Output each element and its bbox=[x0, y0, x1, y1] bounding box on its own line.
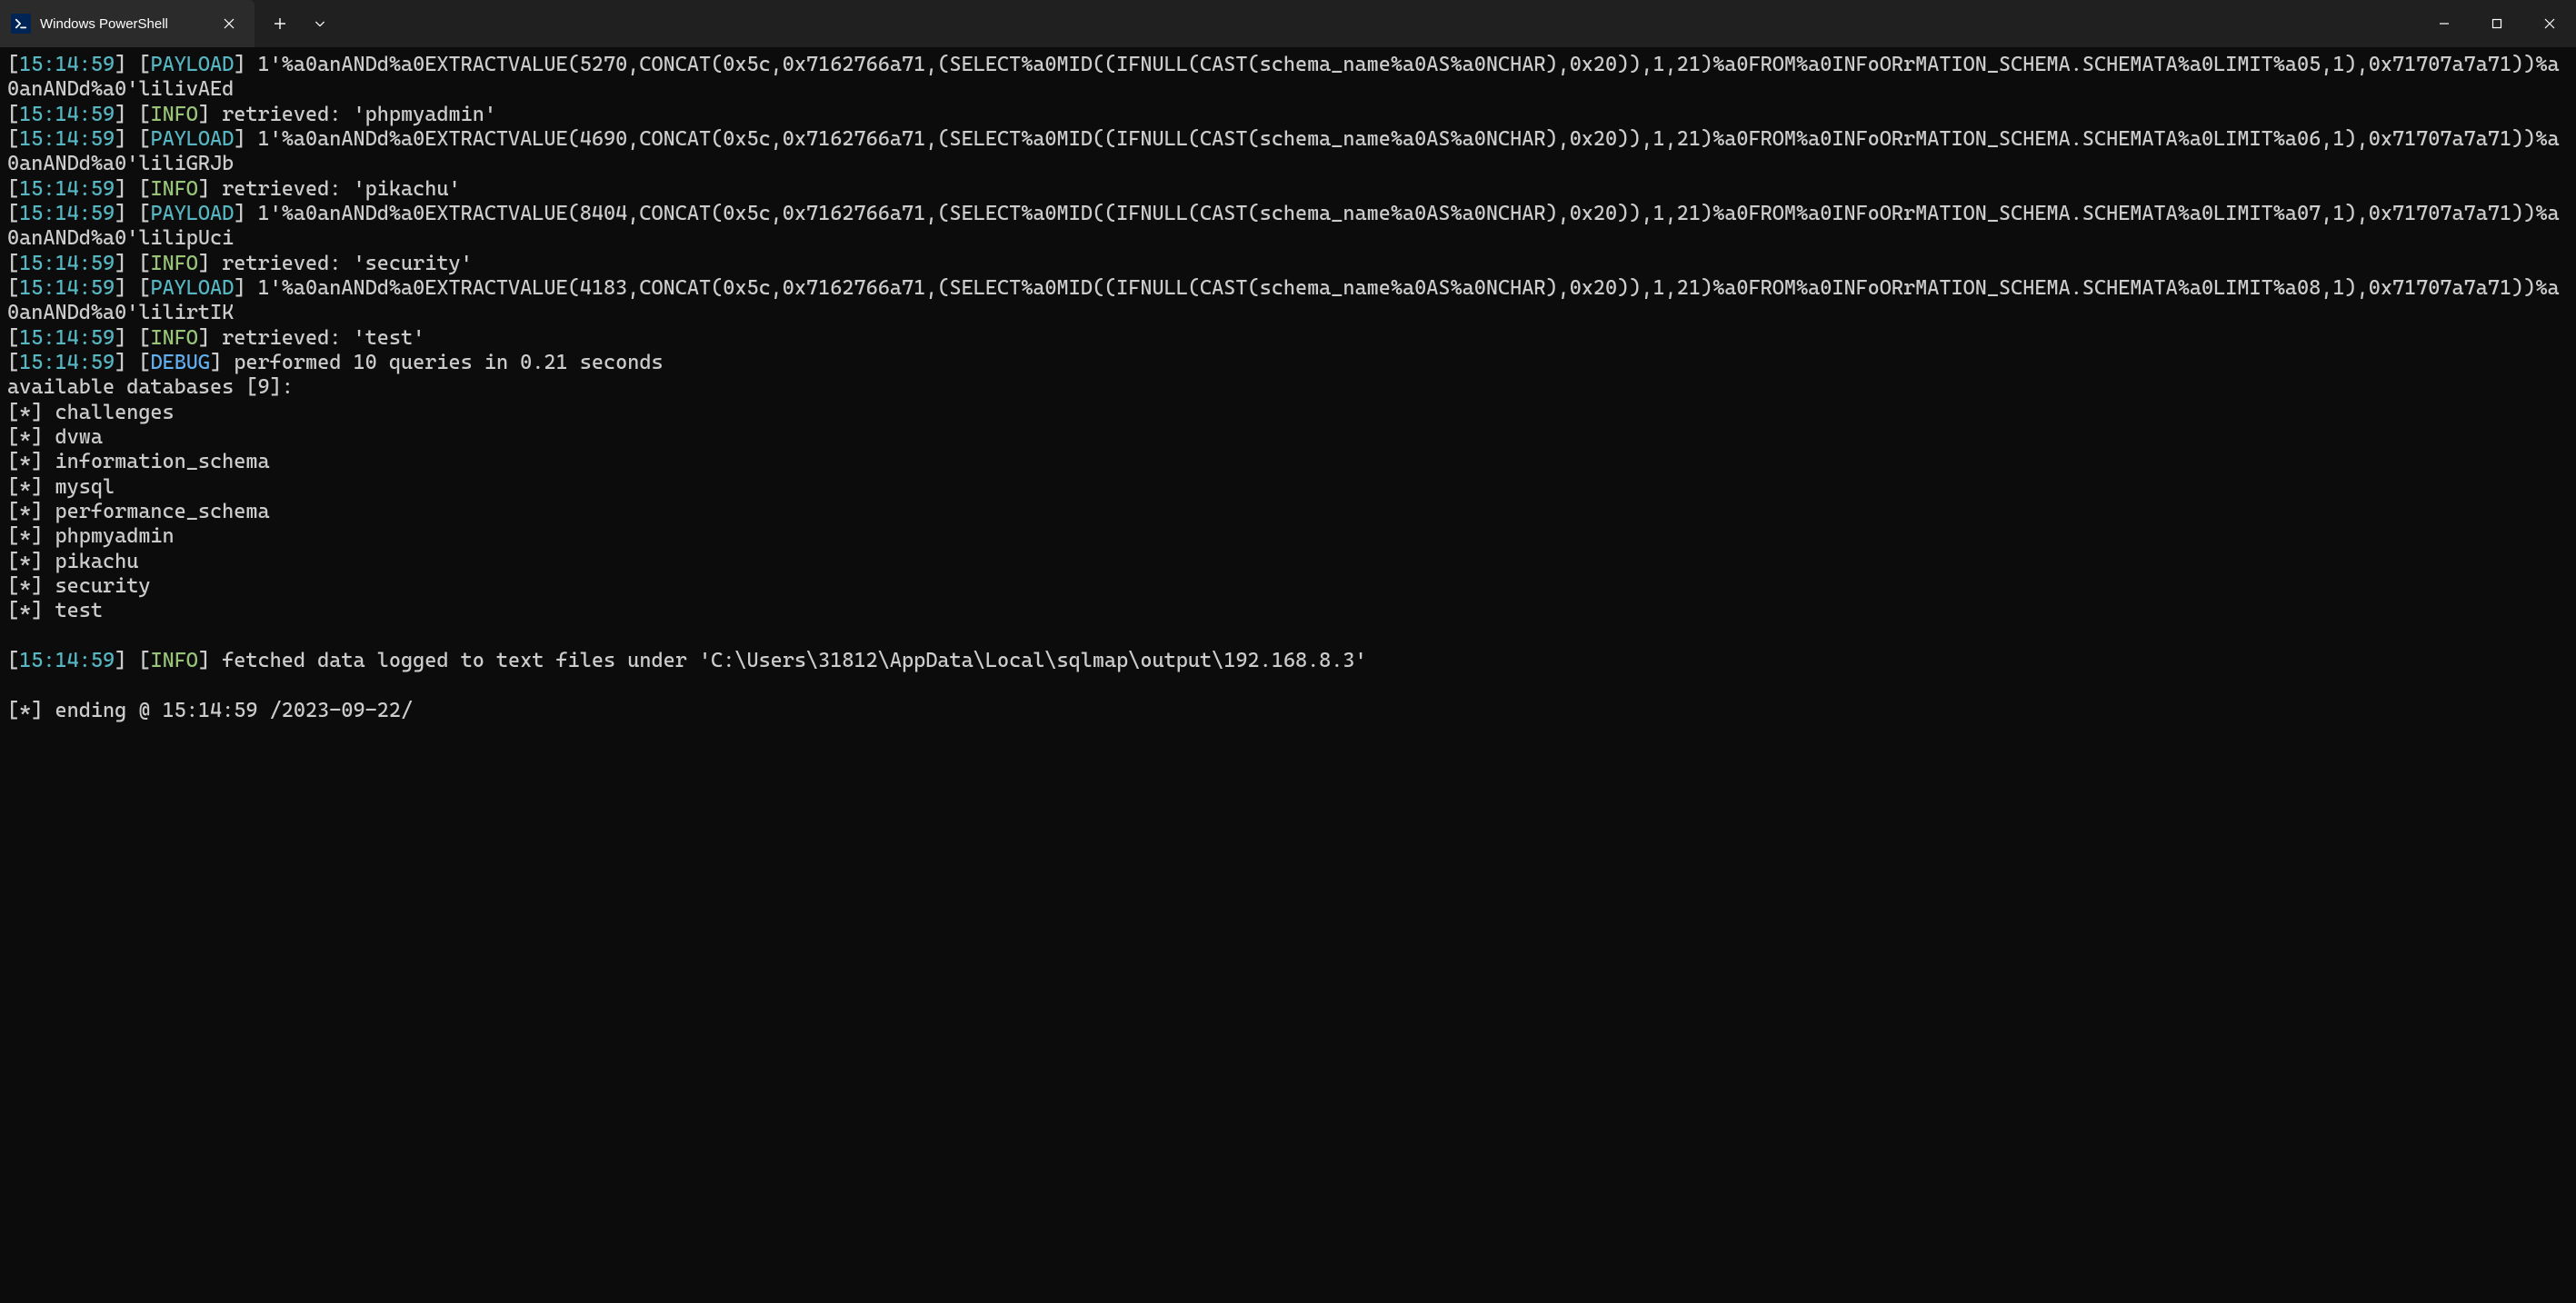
terminal-window: Windows PowerShell [15:14: bbox=[0, 0, 2576, 1303]
minimize-button[interactable] bbox=[2418, 0, 2471, 47]
titlebar-drag-area[interactable] bbox=[340, 0, 2418, 47]
retrieved-text: retrieved: 'phpmyadmin' bbox=[222, 103, 496, 126]
db-item: [*] performance_schema bbox=[7, 500, 2569, 524]
timestamp: 15:14:59 bbox=[19, 202, 115, 225]
retrieved-text: retrieved: 'test' bbox=[222, 326, 424, 350]
db-item: [*] dvwa bbox=[7, 425, 2569, 450]
debug-text: performed 10 queries in 0.21 seconds bbox=[234, 351, 663, 374]
log-level-info: INFO bbox=[150, 326, 197, 350]
db-item: [*] phpmyadmin bbox=[7, 524, 2569, 549]
maximize-button[interactable] bbox=[2471, 0, 2523, 47]
db-item: [*] mysql bbox=[7, 475, 2569, 500]
timestamp: 15:14:59 bbox=[19, 326, 115, 350]
payload-text: 1'%a0anANDd%a0EXTRACTVALUE(4690,CONCAT(0… bbox=[7, 127, 2560, 175]
log-level-debug: DEBUG bbox=[150, 351, 210, 374]
timestamp: 15:14:59 bbox=[19, 276, 115, 300]
timestamp: 15:14:59 bbox=[19, 351, 115, 374]
log-level-info: INFO bbox=[150, 252, 197, 275]
timestamp: 15:14:59 bbox=[19, 103, 115, 126]
log-level-payload: PAYLOAD bbox=[150, 202, 234, 225]
db-item: [*] test bbox=[7, 599, 2569, 623]
timestamp: 15:14:59 bbox=[19, 252, 115, 275]
fetched-text: fetched data logged to text files under … bbox=[222, 649, 1366, 672]
timestamp: 15:14:59 bbox=[19, 53, 115, 76]
tabstrip-actions bbox=[255, 0, 340, 47]
db-header: available databases [9]: bbox=[7, 375, 294, 399]
payload-text: 1'%a0anANDd%a0EXTRACTVALUE(8404,CONCAT(0… bbox=[7, 202, 2560, 250]
titlebar: Windows PowerShell bbox=[0, 0, 2576, 47]
window-controls bbox=[2418, 0, 2576, 47]
log-level-payload: PAYLOAD bbox=[150, 53, 234, 76]
tab-title: Windows PowerShell bbox=[40, 16, 207, 32]
timestamp: 15:14:59 bbox=[19, 177, 115, 201]
db-item: [*] pikachu bbox=[7, 550, 2569, 574]
log-level-info: INFO bbox=[150, 177, 197, 201]
db-item: [*] challenges bbox=[7, 401, 2569, 425]
tab-close-button[interactable] bbox=[216, 11, 242, 36]
payload-text: 1'%a0anANDd%a0EXTRACTVALUE(4183,CONCAT(0… bbox=[7, 276, 2560, 324]
timestamp: 15:14:59 bbox=[19, 127, 115, 151]
tab-dropdown-button[interactable] bbox=[302, 5, 338, 42]
db-item: [*] security bbox=[7, 574, 2569, 599]
log-level-payload: PAYLOAD bbox=[150, 276, 234, 300]
db-item: [*] information_schema bbox=[7, 450, 2569, 474]
tab-powershell[interactable]: Windows PowerShell bbox=[0, 0, 255, 47]
terminal-output[interactable]: [15:14:59] [PAYLOAD] 1'%a0anANDd%a0EXTRA… bbox=[0, 47, 2576, 1303]
ending-text: [*] ending @ 15:14:59 /2023-09-22/ bbox=[7, 699, 413, 722]
new-tab-button[interactable] bbox=[262, 5, 298, 42]
powershell-icon bbox=[11, 14, 31, 34]
retrieved-text: retrieved: 'security' bbox=[222, 252, 473, 275]
retrieved-text: retrieved: 'pikachu' bbox=[222, 177, 460, 201]
log-level-payload: PAYLOAD bbox=[150, 127, 234, 151]
close-button[interactable] bbox=[2523, 0, 2576, 47]
timestamp: 15:14:59 bbox=[19, 649, 115, 672]
log-level-info: INFO bbox=[150, 103, 197, 126]
log-level-info: INFO bbox=[150, 649, 197, 672]
payload-text: 1'%a0anANDd%a0EXTRACTVALUE(5270,CONCAT(0… bbox=[7, 53, 2560, 101]
